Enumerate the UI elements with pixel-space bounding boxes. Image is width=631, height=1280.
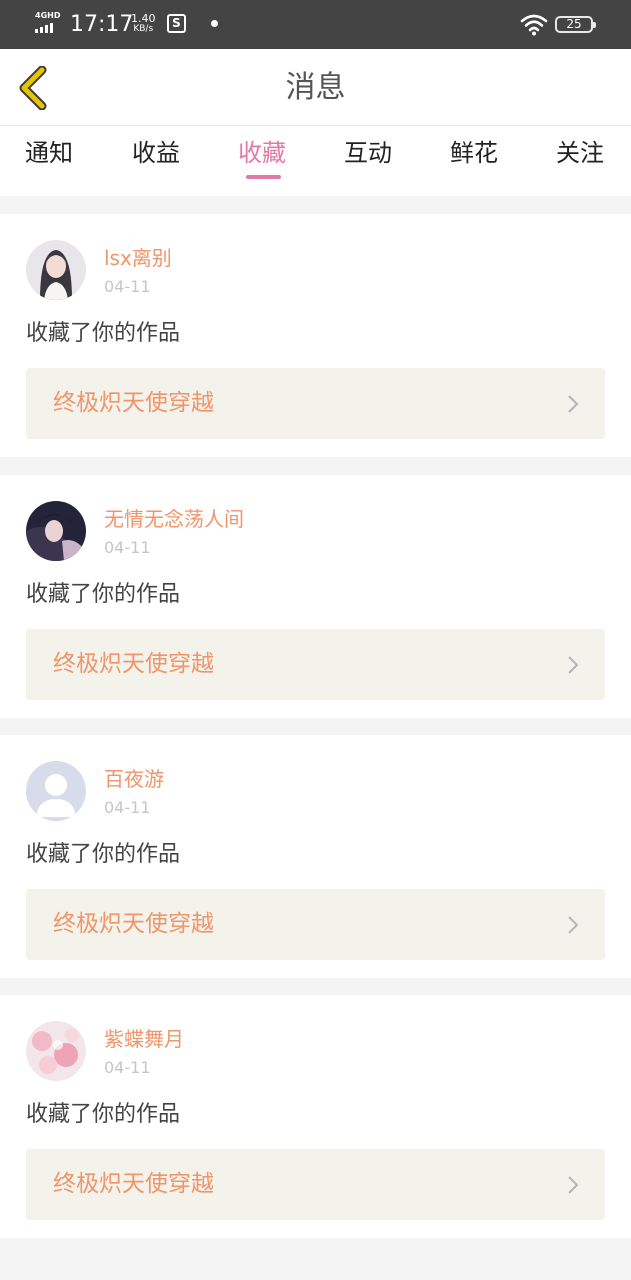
tab-bar: 通知 收益 收藏 互动 鲜花 关注: [0, 126, 631, 196]
active-tab-indicator: [246, 175, 281, 179]
default-avatar-icon: [26, 761, 86, 821]
action-text: 收藏了你的作品: [26, 842, 181, 867]
avatar[interactable]: [26, 761, 86, 821]
tab-earnings[interactable]: 收益: [132, 126, 180, 196]
work-title: 终极炽天使穿越: [53, 651, 214, 677]
page-title: 消息: [285, 70, 346, 105]
chevron-right-icon: [568, 656, 579, 674]
tab-interactions[interactable]: 互动: [344, 126, 392, 196]
list-item: lsx离别 04-11 收藏了你的作品 终极炽天使穿越: [0, 214, 631, 457]
list-item: 紫蝶舞月 04-11 收藏了你的作品 终极炽天使穿越: [0, 995, 631, 1238]
username[interactable]: 无情无念荡人间: [104, 505, 244, 533]
list-item: 百夜游 04-11 收藏了你的作品 终极炽天使穿越: [0, 735, 631, 978]
tab-following[interactable]: 关注: [556, 126, 604, 196]
tab-notifications[interactable]: 通知: [25, 126, 73, 196]
wifi-icon: [520, 14, 548, 36]
signal-icon: 4GHD: [34, 11, 64, 36]
network-type: 4GHD: [35, 11, 61, 20]
notification-date: 04-11: [104, 538, 151, 557]
work-link[interactable]: 终极炽天使穿越: [26, 629, 605, 700]
notification-date: 04-11: [104, 277, 151, 296]
username[interactable]: lsx离别: [104, 244, 172, 272]
avatar[interactable]: [26, 1021, 86, 1081]
notification-date: 04-11: [104, 798, 151, 817]
action-text: 收藏了你的作品: [26, 321, 181, 346]
work-title: 终极炽天使穿越: [53, 911, 214, 937]
status-bar: 4GHD 17:17 1.40 KB/s S 25: [0, 0, 631, 49]
tab-favorites[interactable]: 收藏: [238, 126, 286, 196]
username[interactable]: 紫蝶舞月: [104, 1025, 184, 1053]
chevron-right-icon: [568, 916, 579, 934]
chevron-left-icon: [19, 65, 47, 111]
work-link[interactable]: 终极炽天使穿越: [26, 889, 605, 960]
work-title: 终极炽天使穿越: [53, 390, 214, 416]
work-title: 终极炽天使穿越: [53, 1171, 214, 1197]
status-time: 17:17: [70, 12, 134, 37]
list-item: 无情无念荡人间 04-11 收藏了你的作品 终极炽天使穿越: [0, 475, 631, 718]
tab-flowers[interactable]: 鲜花: [450, 126, 498, 196]
notification-dot: [211, 20, 218, 27]
notification-date: 04-11: [104, 1058, 151, 1077]
action-text: 收藏了你的作品: [26, 1102, 181, 1127]
chevron-right-icon: [568, 395, 579, 413]
header-bar: 消息: [0, 49, 631, 126]
speed-unit: KB/s: [133, 24, 154, 34]
app-notification-icon: S: [167, 14, 186, 33]
back-button[interactable]: [14, 65, 54, 111]
network-speed: 1.40 KB/s: [131, 13, 156, 35]
chevron-right-icon: [568, 1176, 579, 1194]
work-link[interactable]: 终极炽天使穿越: [26, 1149, 605, 1220]
avatar[interactable]: [26, 501, 86, 561]
username[interactable]: 百夜游: [104, 765, 164, 793]
avatar[interactable]: [26, 240, 86, 300]
battery-icon: 25: [555, 16, 596, 33]
work-link[interactable]: 终极炽天使穿越: [26, 368, 605, 439]
action-text: 收藏了你的作品: [26, 582, 181, 607]
